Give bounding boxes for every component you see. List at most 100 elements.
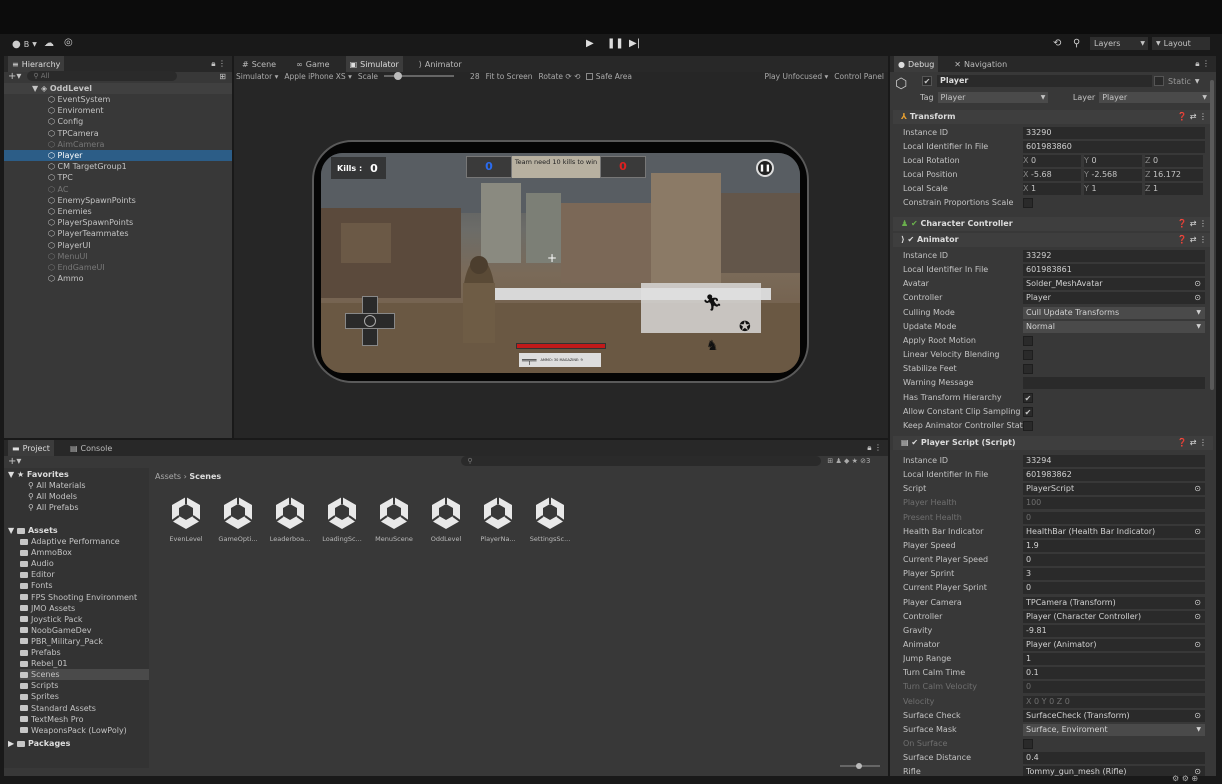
slider-thumb[interactable] (856, 763, 862, 769)
hierarchy-item[interactable]: ⬡ CM TargetGroup1 (4, 161, 232, 172)
position-y-field[interactable]: Y -2.568 (1084, 169, 1142, 181)
breadcrumb-leaf[interactable]: Scenes (189, 472, 221, 481)
hierarchy-search-input[interactable]: ⚲ All (27, 71, 178, 81)
prop-object-field[interactable]: PlayerScript ⊙ (1023, 483, 1205, 496)
slider-thumb[interactable] (394, 72, 403, 80)
prop-value[interactable]: -9.81 (1023, 624, 1205, 637)
prop-object-field[interactable]: Player (Character Controller) ⊙ (1023, 610, 1205, 623)
tab-debug[interactable]: ● Debug (894, 56, 939, 72)
status-icons[interactable]: ⚙ ⚙ ⊕ (1172, 774, 1198, 783)
prop-value[interactable]: 0.1 (1023, 667, 1205, 680)
object-picker-icon[interactable]: ⊙ (1194, 611, 1201, 623)
lock-icon[interactable]: 🔒︎ ⋮ (867, 443, 882, 453)
prop-value[interactable]: 601983861 (1023, 264, 1205, 277)
folder-item[interactable]: AmmoBox (20, 547, 149, 558)
packages-header[interactable]: ▶ Packages (8, 738, 70, 749)
lock-icon[interactable]: 🔒︎ ⋮ (211, 59, 226, 69)
safe-area-checkbox[interactable] (586, 73, 594, 80)
folder-item[interactable]: Scenes (20, 669, 149, 681)
collab-icon[interactable]: ◎ (64, 37, 73, 48)
rotation-y-field[interactable]: Y 0 (1084, 155, 1142, 167)
component-menu-icon[interactable]: ❓ ⇄ ⋮ (1177, 110, 1207, 124)
hierarchy-item[interactable]: ⬡ TPCamera (4, 128, 232, 139)
hierarchy-item[interactable]: ⬡ TPC (4, 172, 232, 183)
folder-item[interactable]: Scripts (20, 680, 149, 691)
animator-header[interactable]: ⟩ ✔ Animator ❓ ⇄ ⋮ (893, 233, 1213, 247)
hierarchy-item[interactable]: ⬡ Ammo (4, 273, 232, 284)
prop-checkbox[interactable] (1023, 420, 1033, 431)
position-x-field[interactable]: X -5.68 (1023, 169, 1081, 181)
fit-to-screen-button[interactable]: Fit to Screen (486, 72, 533, 81)
prop-dropdown[interactable]: Surface, Enviroment ▼ (1023, 723, 1205, 736)
tab-console[interactable]: ▤ Console (66, 440, 116, 456)
prop-value[interactable]: 3 (1023, 568, 1205, 581)
scene-asset[interactable]: PlayerNa... (475, 495, 521, 543)
hierarchy-item[interactable]: ⬡ Enviroment (4, 105, 232, 116)
scene-asset[interactable]: MenuScene (371, 495, 417, 543)
scene-root[interactable]: ▼ ◈ OddLevel (4, 83, 232, 94)
dpad-joystick[interactable] (345, 296, 395, 346)
hierarchy-item[interactable]: ⬡ EventSystem (4, 94, 232, 105)
prop-object-field[interactable]: Player ⊙ (1023, 292, 1205, 305)
play-button[interactable]: ▶ (586, 38, 594, 49)
prop-dropdown[interactable]: Cull Update Transforms ▼ (1023, 306, 1205, 319)
favorites-header[interactable]: ▼ ★ Favorites (8, 469, 69, 480)
prop-value[interactable]: 0 (1023, 681, 1205, 694)
lock-icon[interactable]: 🔒︎ ⋮ (1195, 59, 1210, 69)
folder-item[interactable]: PBR_Military_Pack (20, 636, 149, 647)
prop-value[interactable]: 0 (1023, 511, 1205, 524)
folder-item[interactable]: WeaponsPack (LowPoly) (20, 725, 149, 736)
prop-dropdown[interactable]: Normal ▼ (1023, 320, 1205, 333)
player-script-header[interactable]: ▤ ✔ Player Script (Script) ❓ ⇄ ⋮ (893, 436, 1213, 450)
folder-item[interactable]: NoobGameDev (20, 625, 149, 636)
hierarchy-item[interactable]: ⬡ Enemies (4, 206, 232, 217)
hierarchy-item[interactable]: ⬡ Player (4, 150, 232, 161)
hierarchy-item[interactable]: ⬡ AimCamera (4, 139, 232, 150)
play-mode-dropdown[interactable]: Play Unfocused ▾ (764, 72, 828, 81)
favorite-item[interactable]: ⚲ All Models (28, 491, 77, 502)
component-menu-icon[interactable]: ❓ ⇄ ⋮ (1177, 233, 1207, 247)
history-icon[interactable]: ⟲ (1053, 38, 1061, 49)
folder-item[interactable]: Standard Assets (20, 703, 149, 714)
prop-checkbox[interactable] (1023, 350, 1033, 361)
object-picker-icon[interactable]: ⊙ (1194, 526, 1201, 538)
inspector-scrollbar[interactable] (1210, 80, 1214, 390)
prop-checkbox[interactable] (1023, 364, 1033, 375)
scene-asset[interactable]: SettingsSc... (527, 495, 573, 543)
hierarchy-item[interactable]: ⬡ EndGameUI (4, 262, 232, 273)
folder-item[interactable]: TextMesh Pro (20, 714, 149, 725)
position-z-field[interactable]: Z 16.172 (1145, 169, 1203, 181)
safe-area-toggle[interactable]: Safe Area (586, 72, 632, 81)
folder-item[interactable]: JMO Assets (20, 603, 149, 614)
sprint-icon[interactable]: 🏃︎ (702, 293, 722, 312)
object-picker-icon[interactable]: ⊙ (1194, 278, 1201, 290)
control-panel-button[interactable]: Control Panel (834, 72, 884, 81)
prop-value[interactable]: 33294 (1023, 455, 1205, 467)
prop-object-field[interactable]: HealthBar (Health Bar Indicator) ⊙ (1023, 525, 1205, 538)
folder-item[interactable]: FPS Shooting Environment (20, 592, 149, 603)
tab-project[interactable]: ▬ Project (8, 440, 54, 456)
breadcrumb-root[interactable]: Assets (155, 472, 181, 481)
prop-object-field[interactable]: Player (Animator) ⊙ (1023, 638, 1205, 651)
add-button[interactable]: +▾ (8, 71, 21, 82)
hierarchy-item[interactable]: ⬡ EnemySpawnPoints (4, 195, 232, 206)
search-icon[interactable]: ⚲ (1073, 38, 1080, 49)
prop-value[interactable]: 0.4 (1023, 752, 1205, 765)
layers-dropdown[interactable]: Layers ▼ (1090, 37, 1148, 50)
scene-asset[interactable]: EvenLevel (163, 495, 209, 543)
hierarchy-item[interactable]: ⬡ Config (4, 116, 232, 127)
prop-value[interactable] (1023, 377, 1205, 390)
layer-dropdown[interactable]: Player ▼ (1099, 91, 1210, 103)
prop-checkbox[interactable]: ✔ (1023, 392, 1033, 403)
scale-z-field[interactable]: Z 1 (1145, 183, 1203, 195)
assets-header[interactable]: ▼ Assets (8, 525, 58, 536)
cloud-icon[interactable]: ☁ (44, 38, 54, 49)
component-menu-icon[interactable]: ❓ ⇄ ⋮ (1177, 217, 1207, 231)
folder-item[interactable]: Fonts (20, 580, 149, 591)
object-picker-icon[interactable]: ⊙ (1194, 597, 1201, 609)
object-name-field[interactable]: Player (937, 75, 1152, 87)
rotation-z-field[interactable]: Z 0 (1145, 155, 1203, 167)
prop-checkbox[interactable]: ✔ (1023, 406, 1033, 417)
pause-game-button[interactable]: ❚❚ (756, 159, 774, 177)
folder-item[interactable]: Adaptive Performance (20, 536, 149, 547)
